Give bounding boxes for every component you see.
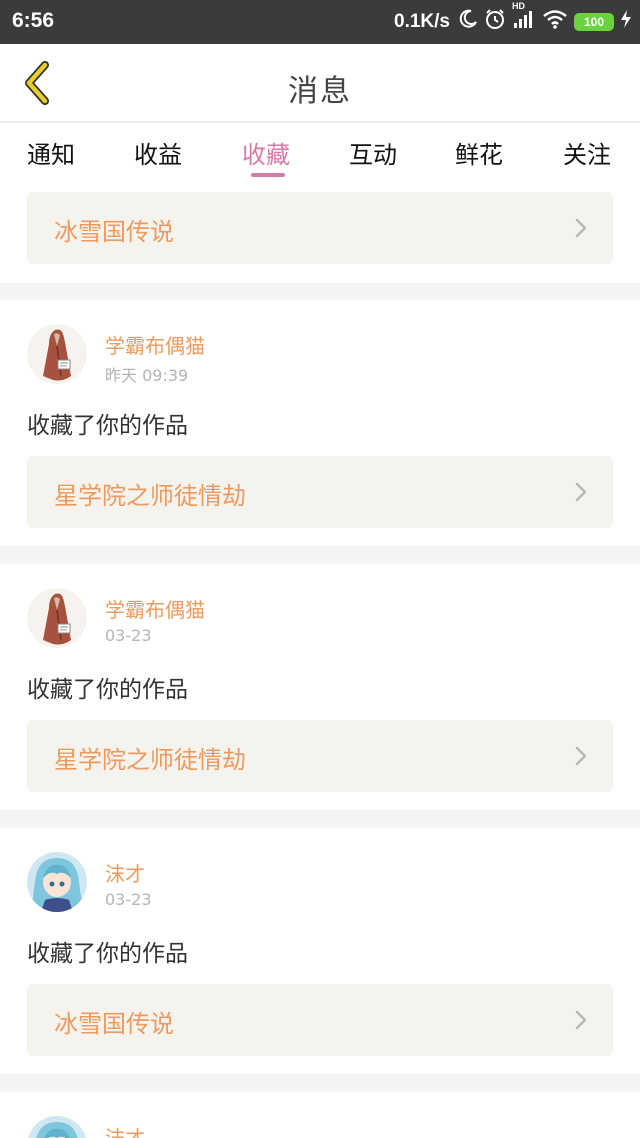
tab-flowers[interactable]: 鲜花 (455, 135, 503, 170)
username[interactable]: 沫才 (105, 1122, 145, 1138)
work-link[interactable]: 冰雪国传说 (27, 984, 613, 1056)
status-icons: 0.1K/s HD 100 (394, 1, 632, 36)
work-title: 冰雪国传说 (54, 218, 174, 246)
wifi-icon (542, 9, 568, 35)
user-avatar[interactable] (27, 324, 87, 384)
work-title: 冰雪国传说 (54, 1010, 174, 1038)
tab-notifications[interactable]: 通知 (27, 135, 75, 170)
work-title: 星学院之师徒情劫 (54, 482, 246, 510)
action-text: 收藏了你的作品 (27, 677, 188, 703)
active-tab-indicator (251, 173, 285, 177)
action-text: 收藏了你的作品 (27, 941, 188, 967)
signal-icon: HD (512, 1, 536, 35)
timestamp: 昨天 09:39 (105, 366, 189, 385)
user-avatar[interactable] (27, 1116, 87, 1138)
battery-icon: 100 (574, 13, 614, 31)
chevron-right-icon (575, 746, 587, 766)
chevron-right-icon (575, 218, 587, 238)
work-link[interactable]: 星学院之师徒情劫 (27, 456, 613, 528)
username[interactable]: 学霸布偶猫 (105, 594, 205, 623)
work-title: 星学院之师徒情劫 (54, 746, 246, 774)
work-link[interactable]: 冰雪国传说 (27, 192, 613, 264)
username[interactable]: 沫才 (105, 858, 145, 887)
page-title: 消息 (288, 74, 352, 109)
tab-bar: 通知 收益 收藏 互动 鲜花 关注 (0, 123, 640, 183)
timestamp: 03-23 (105, 626, 152, 645)
status-time: 6:56 (12, 9, 55, 32)
action-text: 收藏了你的作品 (27, 413, 188, 439)
work-link[interactable]: 星学院之师徒情劫 (27, 720, 613, 792)
timestamp: 03-23 (105, 890, 152, 909)
tab-follow[interactable]: 关注 (563, 135, 611, 170)
hd-label: HD (512, 1, 525, 11)
tab-interactions[interactable]: 互动 (349, 135, 397, 170)
network-speed: 0.1K/s (394, 11, 450, 32)
header: 消息 (0, 44, 640, 122)
username[interactable]: 学霸布偶猫 (105, 330, 205, 359)
tab-earnings[interactable]: 收益 (134, 135, 182, 170)
user-avatar[interactable] (27, 852, 87, 912)
message-card: 冰雪国传说 (0, 183, 640, 283)
tab-favorites[interactable]: 收藏 (242, 135, 290, 170)
message-card: 沫才 (0, 1092, 640, 1138)
alarm-icon (484, 8, 506, 36)
message-card: 学霸布偶猫 昨天 09:39 收藏了你的作品 星学院之师徒情劫 (0, 300, 640, 546)
status-bar: 6:56 0.1K/s HD 100 (0, 0, 640, 44)
message-card: 学霸布偶猫 03-23 收藏了你的作品 星学院之师徒情劫 (0, 564, 640, 810)
moon-icon (458, 9, 478, 35)
user-avatar[interactable] (27, 588, 87, 648)
chevron-right-icon (575, 1010, 587, 1030)
charging-icon (620, 9, 632, 35)
message-card: 沫才 03-23 收藏了你的作品 冰雪国传说 (0, 828, 640, 1074)
chevron-right-icon (575, 482, 587, 502)
